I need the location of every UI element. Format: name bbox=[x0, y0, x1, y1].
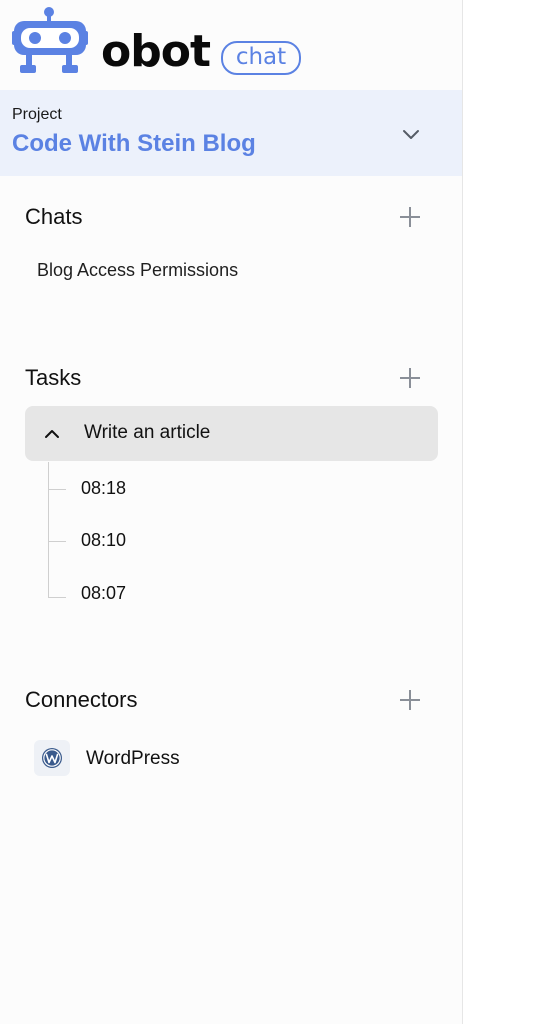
task-item-write-an-article[interactable]: Write an article bbox=[25, 406, 438, 461]
project-label: Project bbox=[12, 106, 62, 123]
task-run-item[interactable]: 08:18 bbox=[81, 478, 126, 499]
add-task-plus-icon[interactable] bbox=[397, 365, 423, 391]
add-connector-plus-icon[interactable] bbox=[397, 687, 423, 713]
connectors-section-title: Connectors bbox=[25, 687, 138, 712]
app-window: obot chat Project Code With Stein Blog C… bbox=[0, 0, 556, 1024]
project-name: Code With Stein Blog bbox=[12, 130, 256, 157]
tree-branch bbox=[48, 597, 66, 598]
task-run-item[interactable]: 08:10 bbox=[81, 530, 126, 551]
connector-item-wordpress[interactable]: WordPress bbox=[34, 740, 334, 778]
brand-wordmark: obot bbox=[101, 26, 211, 77]
connector-label: WordPress bbox=[86, 748, 180, 769]
task-label: Write an article bbox=[84, 422, 211, 443]
brand-badge: chat bbox=[221, 41, 301, 75]
tree-branch bbox=[48, 489, 66, 490]
main-content-area bbox=[464, 0, 556, 1024]
tree-branch bbox=[48, 541, 66, 542]
chats-section-title: Chats bbox=[25, 204, 83, 229]
chat-item[interactable]: Blog Access Permissions bbox=[37, 260, 238, 281]
chevron-up-icon[interactable] bbox=[44, 426, 60, 442]
robot-logo-icon bbox=[12, 7, 88, 73]
task-run-item[interactable]: 08:07 bbox=[81, 583, 126, 604]
connector-icon-tile bbox=[34, 740, 70, 776]
chevron-down-icon[interactable] bbox=[400, 123, 422, 145]
sidebar: obot chat Project Code With Stein Blog C… bbox=[0, 0, 463, 1024]
add-chat-plus-icon[interactable] bbox=[397, 204, 423, 230]
brand-logo[interactable]: obot chat bbox=[12, 6, 312, 77]
task-run-tree-line bbox=[48, 462, 49, 598]
project-selector[interactable]: Project Code With Stein Blog bbox=[0, 90, 462, 176]
tasks-section-title: Tasks bbox=[25, 365, 82, 390]
wordpress-icon bbox=[42, 748, 62, 768]
